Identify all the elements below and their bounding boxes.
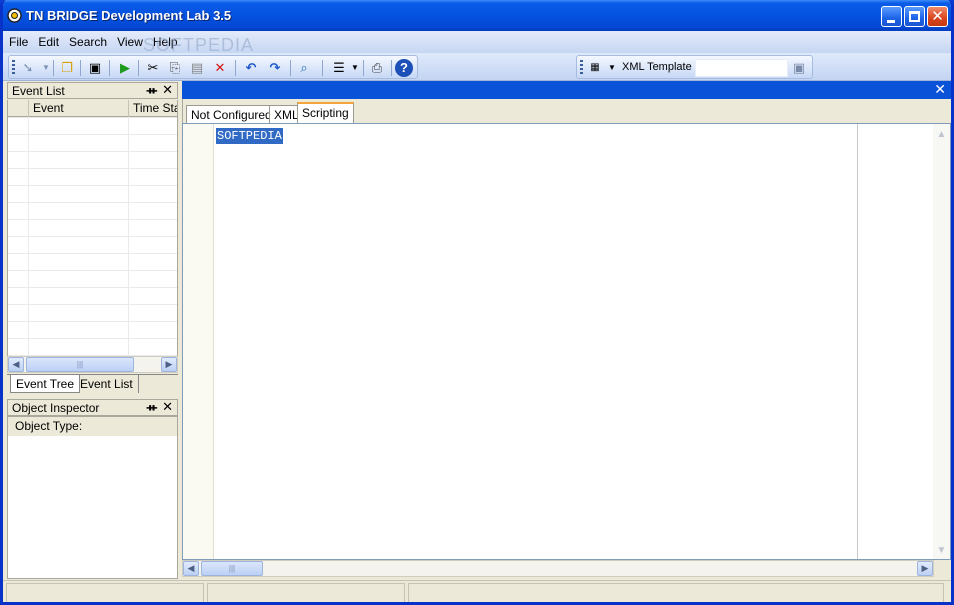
grid-header: Event Time Star xyxy=(8,100,177,117)
document-header: ✕ xyxy=(182,81,951,99)
dropdown-arrow-icon[interactable]: ▼ xyxy=(345,58,365,78)
menu-view[interactable]: View xyxy=(111,31,147,49)
pin-icon[interactable]: ᚑ xyxy=(147,84,157,97)
selected-code[interactable]: SOFTPEDIA xyxy=(216,128,283,144)
xml-template-input[interactable] xyxy=(695,59,788,77)
toolbar-separator xyxy=(391,60,392,76)
pointer-icon[interactable]: ➘ xyxy=(18,58,38,78)
menu-search[interactable]: Search xyxy=(63,31,111,49)
maximize-button[interactable] xyxy=(904,6,925,27)
toolbar-separator xyxy=(80,60,81,76)
scroll-thumb[interactable]: ||| xyxy=(201,561,263,576)
paste-icon[interactable]: ▤ xyxy=(187,58,207,78)
copy-icon[interactable]: ⎘ xyxy=(165,58,185,78)
status-panel-1 xyxy=(6,583,204,602)
event-list-header: Event List ᚑ ✕ xyxy=(7,82,178,99)
left-panel-tabs: Event Tree Event List xyxy=(7,374,178,394)
object-inspector: Object Type: xyxy=(7,416,178,579)
scroll-up-icon[interactable]: ▲ xyxy=(934,127,949,142)
window-title: TN BRIDGE Development Lab 3.5 xyxy=(26,8,232,23)
close-icon[interactable]: ✕ xyxy=(934,81,946,98)
grid-corner xyxy=(8,100,29,117)
toolbar-separator xyxy=(290,60,291,76)
event-list-title: Event List xyxy=(12,84,65,98)
scroll-left-icon[interactable]: ◀ xyxy=(183,561,199,576)
event-grid[interactable]: Event Time Star xyxy=(7,100,178,356)
editor-hscrollbar[interactable]: ◀ ||| ▶ xyxy=(182,560,934,577)
toolbar-separator xyxy=(109,60,110,76)
toolbar-row: ➘ ▼ ❐ ▣ ▶ ✂ ⎘ ▤ ✕ ↶ ↷ ⌕ ☰ ▼ ⎙ ? ▦ ▼ XML … xyxy=(3,53,951,81)
close-icon[interactable]: ✕ xyxy=(162,82,173,98)
status-bar xyxy=(3,580,951,602)
grid-rows xyxy=(8,117,177,356)
right-margin-line xyxy=(857,124,858,559)
column-time-start[interactable]: Time Star xyxy=(129,100,177,117)
minimize-button[interactable] xyxy=(881,6,902,27)
print-icon[interactable]: ⎙ xyxy=(367,58,387,78)
tab-event-list[interactable]: Event List xyxy=(75,375,139,393)
toolbar-separator xyxy=(363,60,364,76)
scroll-down-icon[interactable]: ▼ xyxy=(934,543,949,558)
menu-edit[interactable]: Edit xyxy=(32,31,63,49)
toolbar-separator xyxy=(235,60,236,76)
title-bar[interactable]: TN BRIDGE Development Lab 3.5 ✕ xyxy=(3,0,951,31)
help-icon[interactable]: ? xyxy=(395,59,413,77)
run-icon[interactable]: ▶ xyxy=(115,58,135,78)
redo-icon[interactable]: ↷ xyxy=(265,58,285,78)
close-icon: ✕ xyxy=(931,8,944,25)
tab-scripting[interactable]: Scripting xyxy=(297,102,354,123)
delete-icon[interactable]: ✕ xyxy=(210,58,230,78)
object-type-label: Object Type: xyxy=(8,417,177,436)
maximize-icon xyxy=(909,11,920,22)
editor-vscrollbar[interactable]: ▲ ▼ xyxy=(933,124,950,559)
scroll-right-icon[interactable]: ▶ xyxy=(917,561,933,576)
save-icon[interactable]: ▣ xyxy=(85,58,105,78)
status-panel-2 xyxy=(207,583,405,602)
app-window: TN BRIDGE Development Lab 3.5 ✕ File Edit… xyxy=(0,0,954,605)
menu-file[interactable]: File xyxy=(3,31,32,49)
line-gutter xyxy=(183,124,214,559)
script-editor[interactable]: SOFTPEDIA ▲ ▼ xyxy=(182,123,951,560)
tab-event-tree[interactable]: Event Tree xyxy=(10,375,81,393)
main-toolbar: ➘ ▼ ❐ ▣ ▶ ✂ ⎘ ▤ ✕ ↶ ↷ ⌕ ☰ ▼ ⎙ ? xyxy=(8,55,418,79)
cut-icon[interactable]: ✂ xyxy=(143,58,163,78)
toolbar-separator xyxy=(138,60,139,76)
close-icon[interactable]: ✕ xyxy=(162,399,173,415)
object-inspector-header: Object Inspector ᚑ ✕ xyxy=(7,399,178,416)
scroll-right-icon[interactable]: ▶ xyxy=(161,357,177,372)
scroll-left-icon[interactable]: ◀ xyxy=(8,357,24,372)
toolbar-separator xyxy=(53,60,54,76)
dropdown-arrow-icon[interactable]: ▼ xyxy=(602,58,622,78)
pin-icon[interactable]: ᚑ xyxy=(147,401,157,414)
scroll-thumb[interactable]: ||| xyxy=(26,357,134,372)
xml-toolbar: ▦ ▼ XML Template ▣ xyxy=(576,55,813,79)
object-inspector-title: Object Inspector xyxy=(12,401,100,415)
minimize-icon xyxy=(887,20,895,23)
toolbar-grip[interactable] xyxy=(12,60,15,76)
toolbar-grip[interactable] xyxy=(580,60,583,76)
status-panel-3 xyxy=(408,583,944,602)
column-event[interactable]: Event xyxy=(29,100,129,117)
xml-template-label: XML Template xyxy=(622,61,692,73)
undo-icon[interactable]: ↶ xyxy=(241,58,261,78)
apply-template-icon[interactable]: ▣ xyxy=(789,58,809,78)
document-tabs: Not Configured XML Scripting xyxy=(182,99,951,123)
app-icon xyxy=(7,8,22,23)
toolbar-separator xyxy=(322,60,323,76)
find-icon[interactable]: ⌕ xyxy=(294,58,314,78)
close-button[interactable]: ✕ xyxy=(927,6,948,27)
open-folder-icon[interactable]: ❐ xyxy=(57,58,77,78)
tab-not-configured[interactable]: Not Configured xyxy=(186,105,277,123)
menu-bar: File Edit Search View Help SOFTPEDIA xyxy=(3,31,951,55)
event-grid-hscrollbar[interactable]: ◀ ||| ▶ xyxy=(7,356,178,373)
